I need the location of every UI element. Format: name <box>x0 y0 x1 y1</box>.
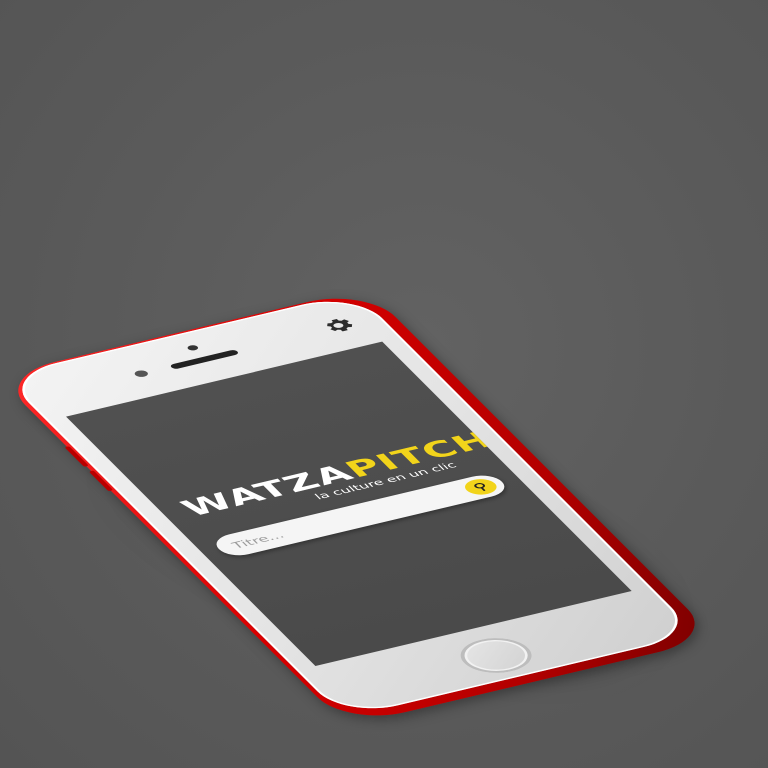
phone-wrap: WATZAPITCH la culture en un clic <box>0 0 768 768</box>
earpiece-speaker <box>169 349 240 370</box>
phone-body: WATZAPITCH la culture en un clic <box>1 291 699 719</box>
search-button[interactable] <box>459 476 502 498</box>
gear-icon <box>327 319 353 332</box>
home-button[interactable] <box>448 632 544 679</box>
front-camera <box>185 344 200 352</box>
search-icon <box>474 483 486 491</box>
phone: WATZAPITCH la culture en un clic <box>0 287 717 727</box>
settings-button[interactable] <box>316 314 362 336</box>
app-screen: WATZAPITCH la culture en un clic <box>66 341 632 667</box>
scene-background: WATZAPITCH la culture en un clic <box>0 0 768 768</box>
proximity-sensor <box>132 369 151 378</box>
